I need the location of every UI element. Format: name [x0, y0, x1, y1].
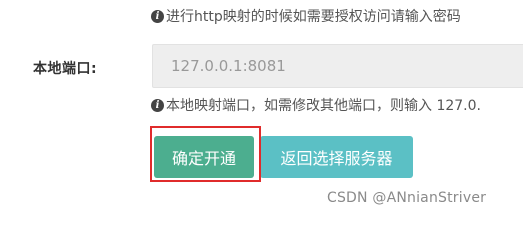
- auth-hint-text: 进行http映射的时候如需要授权访问请输入密码: [166, 9, 461, 25]
- back-to-server-select-button[interactable]: 返回选择服务器: [260, 136, 413, 178]
- local-port-label: 本地端口:: [33, 61, 98, 77]
- port-mapping-form: i 进行http映射的时候如需要授权访问请输入密码 本地端口: i 本地映射端口…: [0, 0, 523, 217]
- info-icon: i: [151, 98, 164, 112]
- port-hint-text: 本地映射端口，如需修改其他端口，则输入 127.0.: [166, 98, 481, 114]
- confirm-open-button[interactable]: 确定开通: [154, 136, 254, 178]
- port-hint: i 本地映射端口，如需修改其他端口，则输入 127.0.: [151, 95, 481, 115]
- watermark: CSDN @ANnianStriver: [327, 190, 487, 206]
- local-port-input[interactable]: [152, 44, 523, 88]
- auth-hint: i 进行http映射的时候如需要授权访问请输入密码: [151, 6, 461, 26]
- info-icon: i: [151, 9, 164, 23]
